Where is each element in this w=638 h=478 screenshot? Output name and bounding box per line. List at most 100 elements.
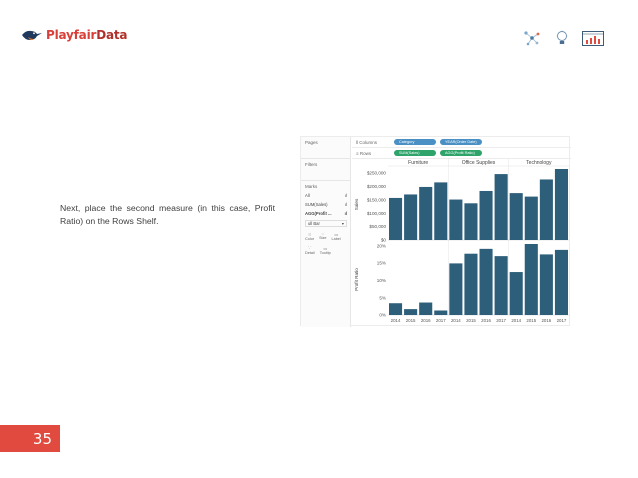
columns-shelf-label-text: Columns	[359, 139, 377, 145]
y-tick-label: $150,000	[367, 197, 387, 202]
bar	[494, 174, 508, 240]
bar	[419, 302, 433, 315]
x-tick-label: 2014	[391, 318, 401, 323]
category-pill[interactable]: Category	[394, 139, 436, 145]
x-tick-label: 2016	[421, 318, 431, 323]
panel-header: Technology	[526, 160, 552, 166]
x-tick-label: 2014	[511, 318, 521, 323]
x-tick-label: 2017	[496, 318, 506, 323]
columns-shelf[interactable]: ⦀ Columns Category YEAR(Order Date)	[352, 137, 571, 148]
bar	[539, 179, 553, 240]
bar	[449, 263, 463, 315]
filters-card: Filters	[301, 159, 351, 181]
rows-shelf-label: ≡ Rows	[356, 150, 372, 156]
bar	[434, 182, 448, 240]
marks-item-label: AGG(Profit ...	[305, 211, 332, 216]
bar	[509, 193, 523, 240]
marks-item-sales[interactable]: SUM(Sales) ıl	[305, 202, 347, 207]
bar	[434, 310, 448, 315]
page-number: 35	[0, 425, 60, 452]
instruction-text: Next, place the second measure (in this …	[60, 203, 275, 226]
bar	[449, 199, 463, 240]
marks-card-title: Marks	[305, 184, 318, 189]
pages-card-title: Pages	[305, 140, 318, 145]
y-tick-label: $100,000	[367, 211, 387, 216]
x-tick-label: 2015	[406, 318, 416, 323]
y-tick-label: $50,000	[369, 224, 386, 229]
label-button[interactable]: ▭ Label	[331, 232, 340, 241]
x-tick-label: 2017	[557, 318, 567, 323]
marks-item-label: SUM(Sales)	[305, 202, 328, 207]
marks-buttons-row2: ⸪ Detail ▭ Tooltip	[305, 246, 347, 255]
y-tick-label: $250,000	[367, 171, 387, 176]
bar	[389, 197, 403, 240]
bar	[554, 169, 568, 240]
dashboard-chart-icon	[582, 30, 604, 46]
tooltip-button[interactable]: ▭ Tooltip	[320, 246, 331, 255]
marks-item-label: All	[305, 193, 310, 198]
detail-button-label: Detail	[305, 251, 315, 255]
bar	[479, 190, 493, 240]
x-tick-label: 2016	[481, 318, 491, 323]
detail-button[interactable]: ⸪ Detail	[305, 246, 315, 255]
x-tick-label: 2014	[451, 318, 461, 323]
y-axis-title: Sales	[354, 198, 359, 210]
rows-shelf[interactable]: ≡ Rows SUM(Sales) AGG(Profit Ratio)	[352, 148, 571, 159]
x-tick-label: 2015	[526, 318, 536, 323]
y-tick-label: 20%	[377, 243, 386, 248]
lightbulb-icon	[556, 30, 568, 44]
kingfisher-bird-icon	[22, 30, 42, 41]
header-icons	[522, 30, 604, 46]
bar	[524, 244, 538, 315]
bar	[389, 303, 403, 315]
order-date-pill[interactable]: YEAR(Order Date)	[440, 139, 482, 145]
y-tick-label: 10%	[377, 278, 386, 283]
brand-name-part2: Data	[96, 28, 128, 42]
mark-type-value: ull Bar	[308, 221, 320, 226]
bar	[479, 248, 493, 315]
columns-shelf-label: ⦀ Columns	[356, 139, 377, 145]
bar-chart: Furniture Office Supplies Technology $0 $50,…	[354, 159, 569, 323]
bar	[494, 256, 508, 315]
x-tick-label: 2017	[436, 318, 446, 323]
bar	[464, 203, 478, 240]
color-button-label: Color	[305, 237, 315, 241]
bar	[554, 249, 568, 315]
y-tick-label: $0	[381, 238, 387, 243]
bar	[404, 194, 418, 240]
y-tick-label: 0%	[379, 313, 386, 318]
brand-name-part1: Playfair	[46, 28, 97, 42]
brand-logo: PlayfairData	[20, 26, 128, 44]
bar	[539, 254, 553, 315]
marks-card: Marks All ıl SUM(Sales) ıl AGG(Profit ... ı…	[301, 181, 351, 271]
marks-item-all[interactable]: All ıl	[305, 193, 347, 198]
chart-area: Furniture Office Supplies Technology $0 $50,…	[352, 159, 571, 327]
tableau-side-panel: Pages Filters Marks All ıl SUM(Sales) ıl A…	[301, 137, 351, 327]
size-button-label: Size	[319, 236, 327, 240]
sales-pill[interactable]: SUM(Sales)	[394, 150, 436, 156]
y-tick-label: $200,000	[367, 184, 387, 189]
x-tick-label: 2016	[541, 318, 551, 323]
x-tick-label: 2015	[466, 318, 476, 323]
filters-card-title: Filters	[305, 162, 318, 167]
profit-ratio-pill[interactable]: AGG(Profit Ratio)	[440, 150, 482, 156]
y-tick-label: 15%	[377, 261, 386, 266]
label-button-label: Label	[331, 237, 341, 241]
mark-type-select[interactable]: ull Bar ▾	[305, 220, 347, 227]
bar	[419, 186, 433, 240]
color-button[interactable]: ⁝⁝ Color	[305, 232, 314, 241]
marks-item-profit[interactable]: AGG(Profit ... ıl	[305, 211, 347, 216]
pages-card: Pages	[301, 137, 351, 159]
y-axis-title: Profit Ratio	[354, 268, 359, 291]
bar	[404, 309, 418, 315]
size-button[interactable]: ◌ Size	[319, 232, 326, 241]
bar	[524, 196, 538, 240]
tableau-screenshot: Pages Filters Marks All ıl SUM(Sales) ıl A…	[300, 136, 571, 327]
network-nodes-icon	[524, 31, 540, 46]
tooltip-button-label: Tooltip	[319, 251, 331, 255]
bar	[464, 253, 478, 315]
brand-name: PlayfairData	[46, 28, 128, 42]
marks-buttons: ⁝⁝ Color ◌ Size ▭ Label	[305, 232, 347, 241]
y-tick-label: 5%	[379, 295, 386, 300]
panel-header: Furniture	[408, 160, 428, 166]
